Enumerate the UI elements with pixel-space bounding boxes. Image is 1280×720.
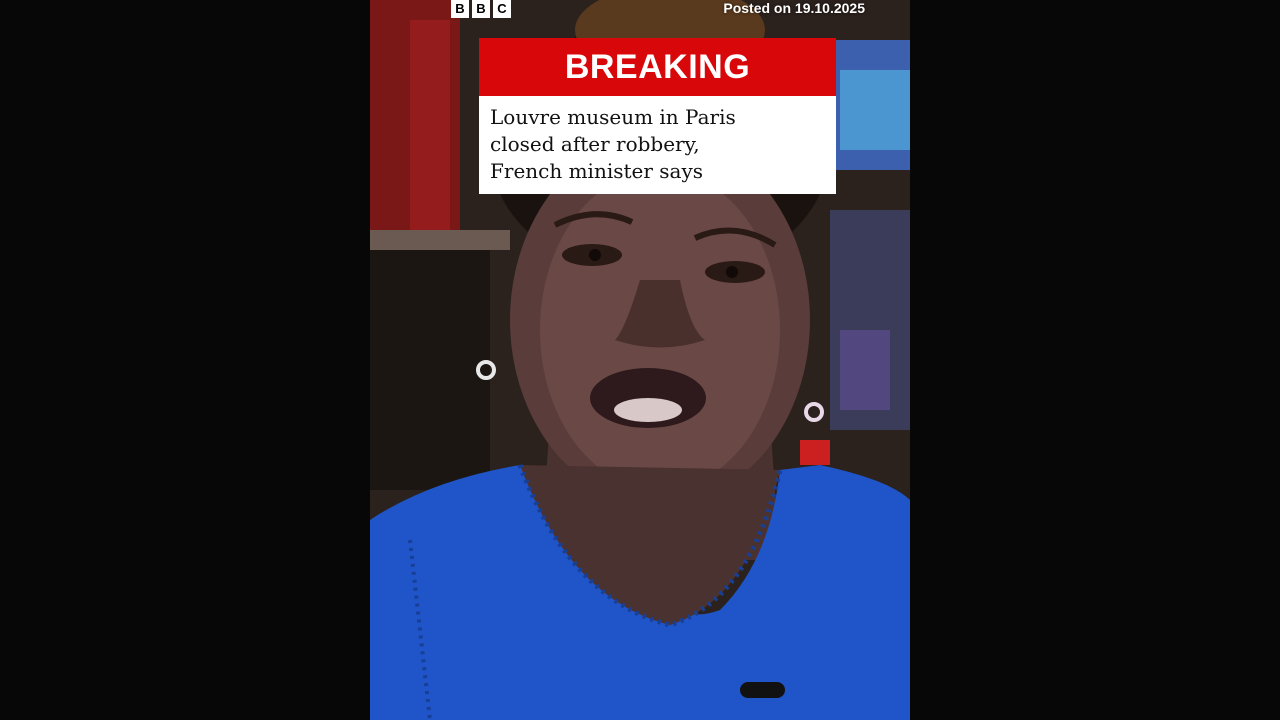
logo-letter-b1: B [451, 0, 469, 18]
video-frame[interactable]: B B C Posted on 19.10.2025 BREAKING Louv… [370, 0, 910, 720]
headline-line-1: Louvre museum in Paris [490, 105, 736, 129]
logo-letter-b2: B [472, 0, 490, 18]
logo-letter-c: C [493, 0, 511, 18]
headline-box: Louvre museum in Paris closed after robb… [479, 96, 836, 194]
posted-date: Posted on 19.10.2025 [723, 0, 865, 16]
headline-line-3: French minister says [490, 159, 704, 183]
headline-line-2: closed after robbery, [490, 132, 700, 156]
bbc-logo: B B C [451, 0, 511, 18]
breaking-label: BREAKING [479, 38, 836, 96]
breaking-news-card: BREAKING Louvre museum in Paris closed a… [479, 38, 836, 194]
